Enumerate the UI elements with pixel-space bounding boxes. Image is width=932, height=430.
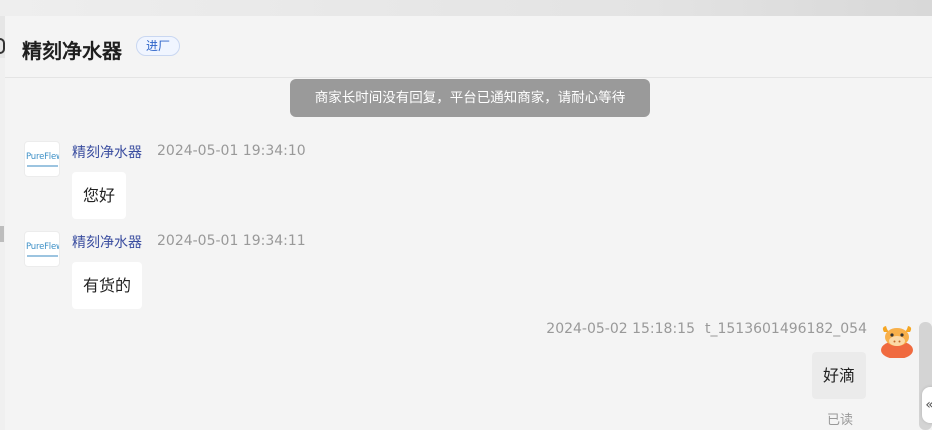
shop-title: 精刻净水器 bbox=[22, 39, 122, 63]
self-message-meta: 2024-05-02 15:18:15 t_1513601496182_054 bbox=[546, 321, 867, 337]
message-sender: 精刻净水器 bbox=[72, 235, 142, 251]
merchant-logo-line bbox=[27, 165, 58, 167]
message-time: 2024-05-01 19:34:10 bbox=[157, 143, 306, 159]
merchant-logo-line bbox=[27, 255, 58, 257]
merchant-logo-text: PureFlewz bbox=[26, 242, 59, 252]
chat-header: 精刻净水器 进厂 bbox=[5, 16, 932, 78]
top-strip bbox=[0, 0, 932, 16]
self-message-bubble: 好滴 bbox=[812, 352, 867, 399]
merchant-avatar[interactable]: PureFlewz bbox=[24, 141, 60, 177]
message-bubble: 您好 bbox=[72, 172, 127, 219]
merchant-avatar[interactable]: PureFlewz bbox=[24, 231, 60, 267]
chat-panel: 精刻净水器 进厂 商家长时间没有回复，平台已通知商家，请耐心等待 PureFle… bbox=[5, 16, 932, 430]
message-bubble: 有货的 bbox=[72, 262, 143, 309]
shop-badge[interactable]: 进厂 bbox=[136, 36, 181, 56]
cow-avatar-icon[interactable] bbox=[879, 322, 915, 358]
merchant-logo-text: PureFlewz bbox=[26, 152, 59, 162]
message-sender: t_1513601496182_054 bbox=[704, 321, 867, 337]
double-chevron-left-icon[interactable]: « bbox=[922, 387, 932, 423]
message-time: 2024-05-01 19:34:11 bbox=[157, 233, 306, 249]
message-sender: 精刻净水器 bbox=[72, 145, 142, 161]
message-time: 2024-05-02 15:18:15 bbox=[546, 321, 695, 337]
left-edge-mark bbox=[0, 226, 4, 242]
read-status: 已读 bbox=[827, 413, 854, 428]
system-notice: 商家长时间没有回复，平台已通知商家，请耐心等待 bbox=[290, 79, 650, 117]
